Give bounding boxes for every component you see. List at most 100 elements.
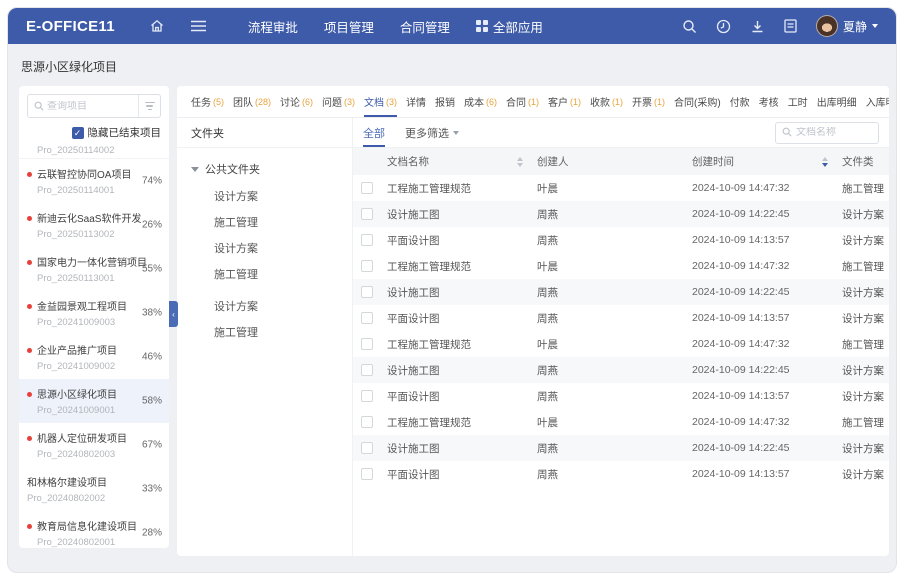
tab-出库明细[interactable]: 出库明细 — [817, 86, 857, 117]
tab-客户[interactable]: 客户(1) — [548, 86, 581, 117]
tab-bar: 任务(5) 团队(28) 讨论(6) 问题(3) 文档(3) 详情报销成本(6) 合同(1)… — [177, 86, 889, 118]
checkbox-checked-icon[interactable]: ✓ — [72, 127, 84, 139]
row-checkbox[interactable] — [361, 390, 373, 402]
row-checkbox-cell — [361, 260, 387, 272]
project-name: 国家电力一体化营销项目 — [37, 254, 149, 269]
tab-讨论[interactable]: 讨论(6) — [280, 86, 313, 117]
project-search-input[interactable] — [47, 101, 138, 112]
tab-团队[interactable]: 团队(28) — [233, 86, 271, 117]
table-row[interactable]: 设计施工图周燕2024-10-09 14:22:45设计方案 — [353, 279, 889, 305]
folder-panel-title: 文件夹 — [177, 118, 352, 148]
documents-panel: 全部 更多筛选 — [353, 118, 889, 556]
tab-考核[interactable]: 考核 — [759, 86, 779, 117]
table-row[interactable]: 平面设计图周燕2024-10-09 14:13:57设计方案 — [353, 305, 889, 331]
project-item[interactable]: 思源小区绿化项目Pro_2024100900158% — [19, 379, 169, 423]
table-row[interactable]: 工程施工管理规范叶晨2024-10-09 14:47:32施工管理 — [353, 175, 889, 201]
row-checkbox[interactable] — [361, 234, 373, 246]
row-checkbox[interactable] — [361, 312, 373, 324]
sort-filter-icon[interactable] — [138, 95, 160, 117]
project-item[interactable]: 教育局信息化建设项目Pro_2024080200128% — [19, 511, 169, 548]
table-row[interactable]: 平面设计图周燕2024-10-09 14:13:57设计方案 — [353, 461, 889, 487]
nav-item-workflow[interactable]: 流程审批 — [248, 17, 298, 36]
table-row[interactable]: 工程施工管理规范叶晨2024-10-09 14:47:32施工管理 — [353, 331, 889, 357]
filter-all-tab[interactable]: 全部 — [363, 118, 385, 147]
row-checkbox[interactable] — [361, 416, 373, 428]
search-icon[interactable] — [682, 19, 697, 34]
sort-icon-active[interactable] — [822, 157, 828, 167]
hide-finished-toggle[interactable]: ✓ 隐藏已结束项目 — [27, 125, 161, 140]
project-item[interactable]: 云联智控协同OA项目Pro_2025011400174% — [19, 159, 169, 203]
project-item[interactable]: 金益园景观工程项目Pro_2024100900338% — [19, 291, 169, 335]
document-search[interactable] — [775, 122, 879, 144]
tab-问题[interactable]: 问题(3) — [322, 86, 355, 117]
project-percent: 28% — [142, 528, 162, 539]
row-checkbox[interactable] — [361, 182, 373, 194]
table-row[interactable]: 平面设计图周燕2024-10-09 14:13:57设计方案 — [353, 383, 889, 409]
table-row[interactable]: 设计施工图周燕2024-10-09 14:22:45设计方案 — [353, 201, 889, 227]
table-row[interactable]: 工程施工管理规范叶晨2024-10-09 14:47:32施工管理 — [353, 253, 889, 279]
folder-item[interactable]: 设计方案 — [214, 240, 338, 256]
row-checkbox[interactable] — [361, 364, 373, 376]
created-time-cell: 2024-10-09 14:13:57 — [692, 234, 842, 246]
history-clock-icon[interactable] — [716, 19, 731, 34]
tab-label: 出库明细 — [817, 94, 857, 109]
table-row[interactable]: 设计施工图周燕2024-10-09 14:22:45设计方案 — [353, 435, 889, 461]
document-icon[interactable] — [784, 19, 797, 33]
sidebar-collapse-handle[interactable]: ‹ — [169, 301, 178, 327]
documents-toolbar: 全部 更多筛选 — [353, 118, 889, 148]
all-apps-label: 全部应用 — [493, 17, 543, 36]
all-apps-button[interactable]: 全部应用 — [476, 17, 543, 36]
status-dot-icon — [27, 524, 32, 529]
tab-count: (5) — [213, 97, 224, 107]
tab-count: (6) — [302, 97, 313, 107]
sort-icon[interactable] — [517, 157, 523, 167]
folder-cell: 设计方案 — [842, 311, 881, 326]
filter-more-dropdown[interactable]: 更多筛选 — [405, 125, 459, 141]
row-checkbox[interactable] — [361, 338, 373, 350]
row-checkbox[interactable] — [361, 208, 373, 220]
tab-报销[interactable]: 报销 — [435, 86, 455, 117]
folder-item[interactable]: 施工管理 — [214, 266, 338, 282]
folder-item[interactable]: 施工管理 — [214, 324, 338, 340]
nav-item-projects[interactable]: 项目管理 — [324, 17, 374, 36]
download-icon[interactable] — [750, 19, 765, 34]
project-item[interactable]: 机器人定位研发项目Pro_2024080200367% — [19, 423, 169, 467]
tab-工时[interactable]: 工时 — [788, 86, 808, 117]
status-dot-icon — [27, 260, 32, 265]
folder-item[interactable]: 设计方案 — [214, 188, 338, 204]
nav-item-contracts[interactable]: 合同管理 — [400, 17, 450, 36]
project-search[interactable] — [27, 94, 161, 118]
document-search-input[interactable] — [796, 127, 872, 138]
table-row[interactable]: 平面设计图周燕2024-10-09 14:13:57设计方案 — [353, 227, 889, 253]
tab-入库明细[interactable]: 入库明细 — [866, 86, 889, 117]
search-icon — [782, 124, 792, 142]
project-item[interactable]: 新迪云化SaaS软件开发Pro_2025011300226% — [19, 203, 169, 247]
folder-root[interactable]: 公共文件夹 — [191, 161, 338, 177]
project-list: 云联智控协同OA项目Pro_2025011400174%新迪云化SaaS软件开发… — [19, 159, 169, 548]
tab-收款[interactable]: 收款(1) — [590, 86, 623, 117]
navbar-actions: 夏静 — [682, 15, 878, 37]
row-checkbox[interactable] — [361, 468, 373, 480]
table-row[interactable]: 设计施工图周燕2024-10-09 14:22:45设计方案 — [353, 357, 889, 383]
tab-任务[interactable]: 任务(5) — [191, 86, 224, 117]
user-menu[interactable]: 夏静 — [816, 15, 878, 37]
tab-合同[interactable]: 合同(1) — [506, 86, 539, 117]
tab-合同(采购)[interactable]: 合同(采购) — [674, 86, 721, 117]
project-item[interactable]: 国家电力一体化营销项目Pro_2025011300155% — [19, 247, 169, 291]
home-icon[interactable] — [149, 18, 165, 34]
tab-开票[interactable]: 开票(1) — [632, 86, 665, 117]
menu-icon[interactable] — [191, 20, 206, 32]
tab-付款[interactable]: 付款 — [730, 86, 750, 117]
folder-item[interactable]: 施工管理 — [214, 214, 338, 230]
table-row[interactable]: 工程施工管理规范叶晨2024-10-09 14:47:32施工管理 — [353, 409, 889, 435]
folder-item[interactable]: 设计方案 — [214, 298, 338, 314]
row-checkbox[interactable] — [361, 442, 373, 454]
tab-文档[interactable]: 文档(3) — [364, 86, 397, 117]
row-checkbox[interactable] — [361, 260, 373, 272]
row-checkbox[interactable] — [361, 286, 373, 298]
clipped-project-code: Pro_20250114002 — [19, 140, 169, 159]
tab-详情[interactable]: 详情 — [406, 86, 426, 117]
project-item[interactable]: 企业产品推广项目Pro_2024100900246% — [19, 335, 169, 379]
project-item[interactable]: 和林格尔建设项目Pro_2024080200233% — [19, 467, 169, 511]
tab-成本[interactable]: 成本(6) — [464, 86, 497, 117]
